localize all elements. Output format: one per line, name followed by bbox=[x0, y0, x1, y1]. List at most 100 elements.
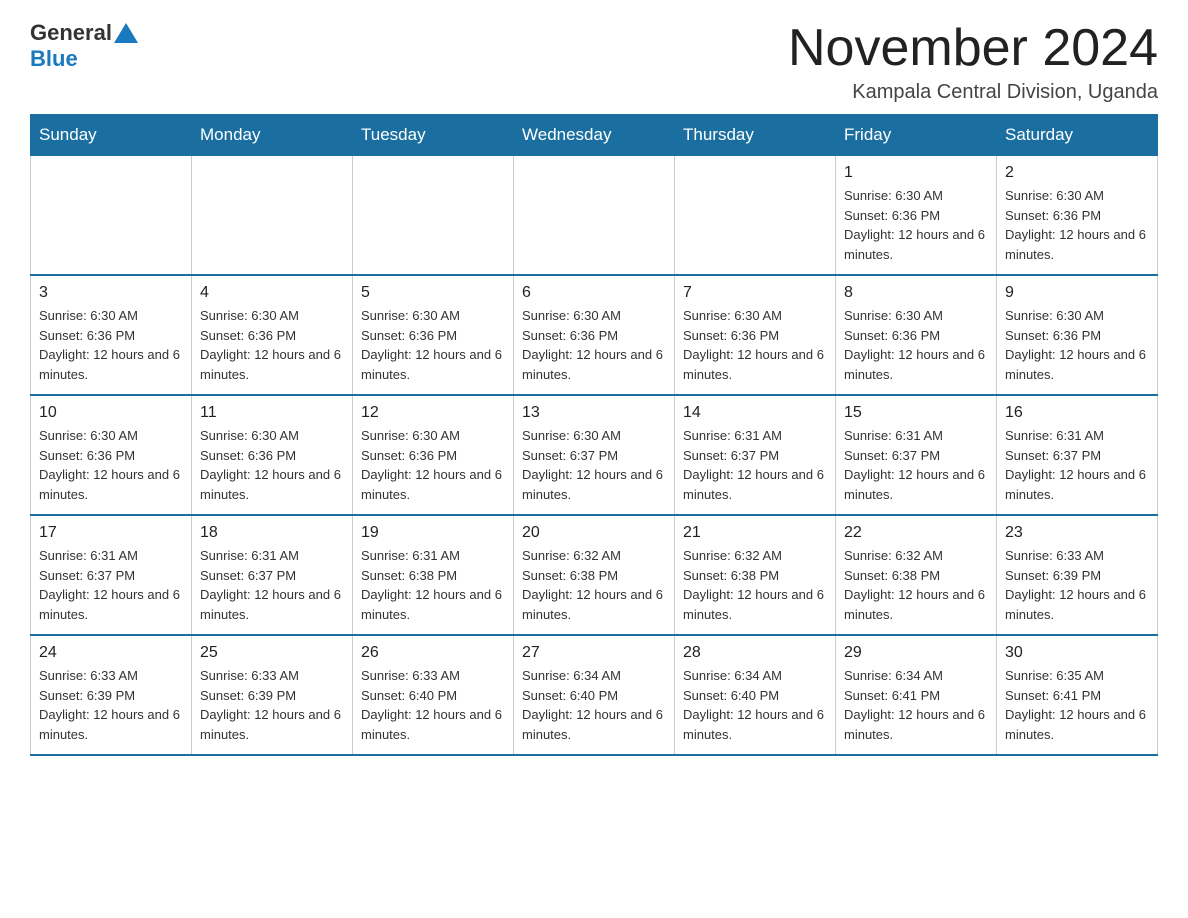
day-number: 10 bbox=[39, 404, 183, 422]
day-number: 23 bbox=[1005, 524, 1149, 542]
calendar-cell: 6 Sunrise: 6:30 AMSunset: 6:36 PMDaylight… bbox=[514, 275, 675, 395]
calendar-cell: 24 Sunrise: 6:33 AMSunset: 6:39 PMDayligh… bbox=[31, 635, 192, 755]
day-number: 19 bbox=[361, 524, 505, 542]
calendar-cell: 16 Sunrise: 6:31 AMSunset: 6:37 PMDayligh… bbox=[997, 395, 1158, 515]
calendar-week-row: 3 Sunrise: 6:30 AMSunset: 6:36 PMDaylight… bbox=[31, 275, 1158, 395]
day-number: 22 bbox=[844, 524, 988, 542]
calendar-cell: 14 Sunrise: 6:31 AMSunset: 6:37 PMDayligh… bbox=[675, 395, 836, 515]
calendar-cell: 3 Sunrise: 6:30 AMSunset: 6:36 PMDaylight… bbox=[31, 275, 192, 395]
calendar-cell: 9Sunrise: 6:30 AMSunset: 6:36 PMDaylight… bbox=[997, 275, 1158, 395]
weekday-header-thursday: Thursday bbox=[675, 115, 836, 156]
calendar-cell: 12 Sunrise: 6:30 AMSunset: 6:36 PMDayligh… bbox=[353, 395, 514, 515]
calendar-cell: 27 Sunrise: 6:34 AMSunset: 6:40 PMDayligh… bbox=[514, 635, 675, 755]
calendar-cell: 15 Sunrise: 6:31 AMSunset: 6:37 PMDayligh… bbox=[836, 395, 997, 515]
day-number: 24 bbox=[39, 644, 183, 662]
day-number: 15 bbox=[844, 404, 988, 422]
day-number: 14 bbox=[683, 404, 827, 422]
day-number: 8 bbox=[844, 284, 988, 302]
calendar-cell: 23 Sunrise: 6:33 AMSunset: 6:39 PMDayligh… bbox=[997, 515, 1158, 635]
day-info: Sunrise: 6:30 AMSunset: 6:36 PMDaylight:… bbox=[844, 186, 988, 264]
calendar-cell: 5 Sunrise: 6:30 AMSunset: 6:36 PMDaylight… bbox=[353, 275, 514, 395]
day-info: Sunrise: 6:34 AMSunset: 6:40 PMDaylight:… bbox=[522, 666, 666, 744]
calendar-week-row: 10 Sunrise: 6:30 AMSunset: 6:36 PMDayligh… bbox=[31, 395, 1158, 515]
weekday-header-tuesday: Tuesday bbox=[353, 115, 514, 156]
day-number: 18 bbox=[200, 524, 344, 542]
calendar-cell: 10Sunrise: 6:30 AMSunset: 6:36 PMDayligh… bbox=[31, 395, 192, 515]
calendar-cell: 28Sunrise: 6:34 AMSunset: 6:40 PMDayligh… bbox=[675, 635, 836, 755]
day-number: 4 bbox=[200, 284, 344, 302]
calendar-cell bbox=[31, 156, 192, 276]
day-info: Sunrise: 6:30 AMSunset: 6:36 PMDaylight:… bbox=[200, 306, 344, 384]
day-number: 2 bbox=[1005, 164, 1149, 182]
calendar-cell: 7 Sunrise: 6:30 AMSunset: 6:36 PMDaylight… bbox=[675, 275, 836, 395]
day-number: 9 bbox=[1005, 284, 1149, 302]
weekday-header-friday: Friday bbox=[836, 115, 997, 156]
logo-blue-text: Blue bbox=[30, 46, 78, 71]
calendar-cell: 21 Sunrise: 6:32 AMSunset: 6:38 PMDayligh… bbox=[675, 515, 836, 635]
title-section: November 2024 Kampala Central Division, … bbox=[788, 20, 1158, 104]
day-number: 27 bbox=[522, 644, 666, 662]
day-info: Sunrise: 6:30 AMSunset: 6:37 PMDaylight:… bbox=[522, 426, 666, 504]
month-title: November 2024 bbox=[788, 20, 1158, 77]
page-header: General Blue November 2024 Kampala Centr… bbox=[30, 20, 1158, 104]
calendar-cell: 8 Sunrise: 6:30 AMSunset: 6:36 PMDaylight… bbox=[836, 275, 997, 395]
calendar-week-row: 24 Sunrise: 6:33 AMSunset: 6:39 PMDayligh… bbox=[31, 635, 1158, 755]
day-number: 5 bbox=[361, 284, 505, 302]
day-number: 3 bbox=[39, 284, 183, 302]
day-info: Sunrise: 6:30 AMSunset: 6:36 PMDaylight:… bbox=[361, 306, 505, 384]
logo: General Blue bbox=[30, 20, 140, 72]
calendar-cell bbox=[675, 156, 836, 276]
day-info: Sunrise: 6:32 AMSunset: 6:38 PMDaylight:… bbox=[683, 546, 827, 624]
day-info: Sunrise: 6:31 AMSunset: 6:37 PMDaylight:… bbox=[844, 426, 988, 504]
calendar-cell: 2 Sunrise: 6:30 AMSunset: 6:36 PMDaylight… bbox=[997, 156, 1158, 276]
calendar-cell: 29Sunrise: 6:34 AMSunset: 6:41 PMDayligh… bbox=[836, 635, 997, 755]
day-info: Sunrise: 6:31 AMSunset: 6:38 PMDaylight:… bbox=[361, 546, 505, 624]
day-info: Sunrise: 6:30 AMSunset: 6:36 PMDaylight:… bbox=[1005, 186, 1149, 264]
weekday-header-sunday: Sunday bbox=[31, 115, 192, 156]
calendar-week-row: 1Sunrise: 6:30 AMSunset: 6:36 PMDaylight… bbox=[31, 156, 1158, 276]
calendar-cell bbox=[514, 156, 675, 276]
day-number: 25 bbox=[200, 644, 344, 662]
calendar-cell: 30Sunrise: 6:35 AMSunset: 6:41 PMDayligh… bbox=[997, 635, 1158, 755]
calendar-week-row: 17 Sunrise: 6:31 AMSunset: 6:37 PMDayligh… bbox=[31, 515, 1158, 635]
day-number: 21 bbox=[683, 524, 827, 542]
day-info: Sunrise: 6:30 AMSunset: 6:36 PMDaylight:… bbox=[200, 426, 344, 504]
location-title: Kampala Central Division, Uganda bbox=[788, 81, 1158, 104]
day-info: Sunrise: 6:31 AMSunset: 6:37 PMDaylight:… bbox=[39, 546, 183, 624]
day-info: Sunrise: 6:30 AMSunset: 6:36 PMDaylight:… bbox=[361, 426, 505, 504]
day-info: Sunrise: 6:33 AMSunset: 6:39 PMDaylight:… bbox=[200, 666, 344, 744]
day-number: 7 bbox=[683, 284, 827, 302]
calendar-cell: 13 Sunrise: 6:30 AMSunset: 6:37 PMDayligh… bbox=[514, 395, 675, 515]
day-number: 17 bbox=[39, 524, 183, 542]
day-info: Sunrise: 6:33 AMSunset: 6:39 PMDaylight:… bbox=[39, 666, 183, 744]
day-info: Sunrise: 6:31 AMSunset: 6:37 PMDaylight:… bbox=[200, 546, 344, 624]
calendar-header-row: SundayMondayTuesdayWednesdayThursdayFrid… bbox=[31, 115, 1158, 156]
calendar-cell: 22 Sunrise: 6:32 AMSunset: 6:38 PMDayligh… bbox=[836, 515, 997, 635]
day-number: 30 bbox=[1005, 644, 1149, 662]
weekday-header-monday: Monday bbox=[192, 115, 353, 156]
calendar-cell bbox=[353, 156, 514, 276]
day-number: 6 bbox=[522, 284, 666, 302]
day-number: 29 bbox=[844, 644, 988, 662]
day-info: Sunrise: 6:32 AMSunset: 6:38 PMDaylight:… bbox=[844, 546, 988, 624]
day-info: Sunrise: 6:30 AMSunset: 6:36 PMDaylight:… bbox=[844, 306, 988, 384]
calendar-table: SundayMondayTuesdayWednesdayThursdayFrid… bbox=[30, 114, 1158, 756]
calendar-cell: 1Sunrise: 6:30 AMSunset: 6:36 PMDaylight… bbox=[836, 156, 997, 276]
weekday-header-saturday: Saturday bbox=[997, 115, 1158, 156]
day-info: Sunrise: 6:31 AMSunset: 6:37 PMDaylight:… bbox=[683, 426, 827, 504]
day-info: Sunrise: 6:30 AMSunset: 6:36 PMDaylight:… bbox=[522, 306, 666, 384]
logo-general-text: General bbox=[30, 20, 112, 46]
logo-triangle-icon bbox=[114, 23, 138, 43]
day-info: Sunrise: 6:30 AMSunset: 6:36 PMDaylight:… bbox=[683, 306, 827, 384]
day-info: Sunrise: 6:34 AMSunset: 6:40 PMDaylight:… bbox=[683, 666, 827, 744]
day-number: 16 bbox=[1005, 404, 1149, 422]
day-info: Sunrise: 6:30 AMSunset: 6:36 PMDaylight:… bbox=[39, 306, 183, 384]
day-number: 20 bbox=[522, 524, 666, 542]
calendar-cell: 4 Sunrise: 6:30 AMSunset: 6:36 PMDaylight… bbox=[192, 275, 353, 395]
day-info: Sunrise: 6:33 AMSunset: 6:39 PMDaylight:… bbox=[1005, 546, 1149, 624]
day-info: Sunrise: 6:31 AMSunset: 6:37 PMDaylight:… bbox=[1005, 426, 1149, 504]
calendar-cell: 19 Sunrise: 6:31 AMSunset: 6:38 PMDayligh… bbox=[353, 515, 514, 635]
day-number: 12 bbox=[361, 404, 505, 422]
day-number: 13 bbox=[522, 404, 666, 422]
calendar-cell bbox=[192, 156, 353, 276]
